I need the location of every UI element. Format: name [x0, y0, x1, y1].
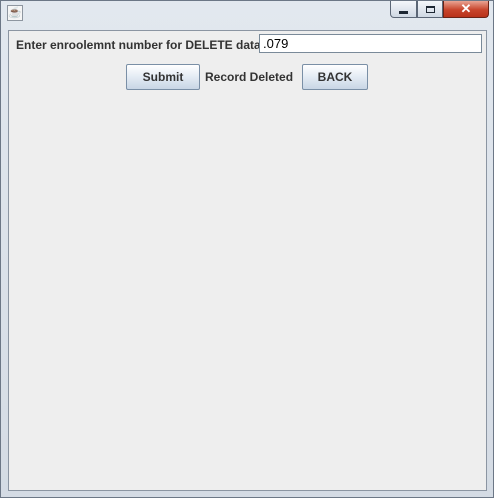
close-icon: ✕ — [460, 1, 472, 16]
minimize-icon — [399, 10, 408, 14]
enrollment-number-input[interactable] — [259, 34, 482, 53]
close-button[interactable]: ✕ — [443, 1, 489, 18]
app-window: ☕ ✕ Enter enroolemnt number for DELETE d… — [0, 0, 494, 498]
minimize-button[interactable] — [390, 1, 417, 18]
enrollment-prompt-label: Enter enroolemnt number for DELETE data — [16, 38, 261, 52]
maximize-button[interactable] — [417, 1, 443, 18]
status-message: Record Deleted — [205, 70, 294, 84]
java-cup-icon[interactable]: ☕ — [7, 5, 23, 21]
back-button[interactable]: BACK — [302, 64, 368, 90]
submit-button[interactable]: Submit — [126, 64, 200, 90]
title-bar[interactable]: ☕ ✕ — [1, 1, 493, 29]
content-panel: Enter enroolemnt number for DELETE data … — [8, 30, 487, 491]
maximize-icon — [425, 5, 435, 13]
